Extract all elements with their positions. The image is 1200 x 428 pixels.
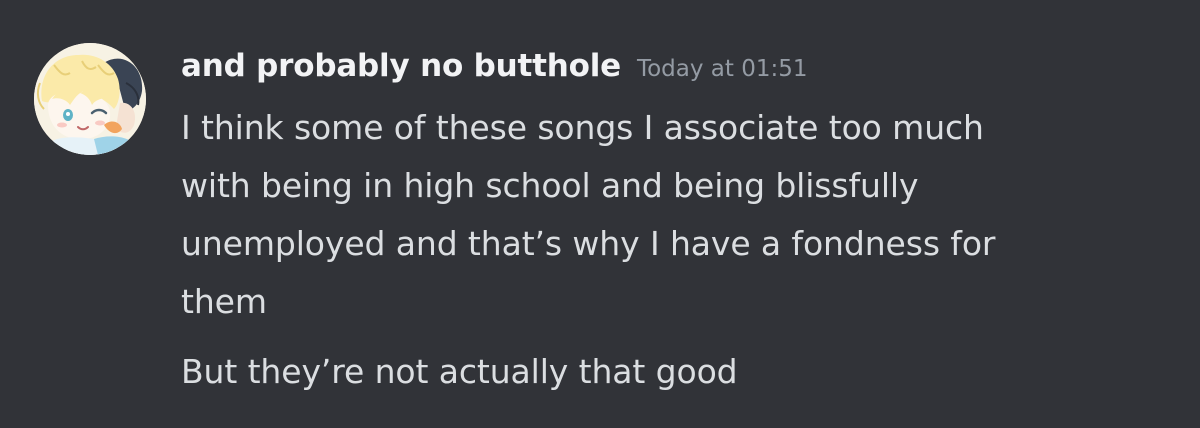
message-line: I think some of these songs I associate …: [181, 108, 984, 147]
message-content: I think some of these songs I associate …: [181, 99, 1171, 331]
message-line: with being in high school and being blis…: [181, 166, 919, 205]
message-line: them: [181, 282, 267, 321]
username[interactable]: and probably no butthole: [181, 48, 621, 84]
message-header: and probably no butthole Today at 01:51: [181, 44, 808, 88]
followup-message: But they’re not actually that good: [181, 352, 738, 391]
chat-message-group: and probably no butthole Today at 01:51 I…: [0, 0, 1200, 428]
timestamp[interactable]: Today at 01:51: [637, 56, 808, 82]
user-avatar-icon[interactable]: [34, 43, 146, 155]
message-line: unemployed and that’s why I have a fondn…: [181, 224, 996, 263]
